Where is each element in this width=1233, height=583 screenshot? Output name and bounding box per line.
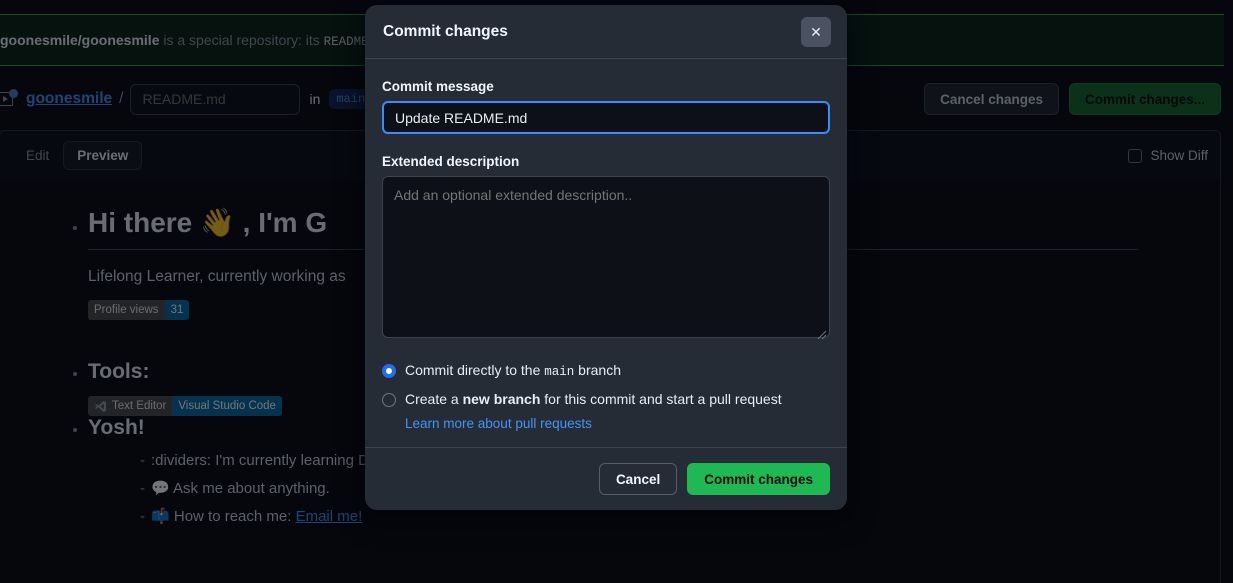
- radio-branch-post: for this commit and start a pull request: [540, 390, 782, 407]
- radio-new-branch-input[interactable]: [382, 392, 396, 407]
- commit-target-radio-group: Commit directly to the main branch Creat…: [382, 361, 830, 431]
- radio-branch-bold: new branch: [462, 390, 541, 407]
- app-root: goonesmile/goonesmile is a special repos…: [0, 0, 1233, 583]
- dialog-body: Commit message Extended description Comm…: [365, 59, 847, 447]
- radio-option-new-branch[interactable]: Create a new branch for this commit and …: [382, 390, 830, 409]
- dialog-footer: Cancel Commit changes: [365, 447, 847, 510]
- dialog-commit-button[interactable]: Commit changes: [687, 463, 830, 495]
- commit-message-label: Commit message: [382, 79, 494, 94]
- radio-branch-pre: Create a: [405, 390, 463, 407]
- radio-direct-input[interactable]: [382, 364, 396, 378]
- learn-more-pull-requests-link[interactable]: Learn more about pull requests: [405, 416, 830, 431]
- radio-direct-label: Commit directly to the main branch: [405, 361, 621, 381]
- commit-message-input[interactable]: [382, 101, 830, 134]
- dialog-header: Commit changes ✕: [365, 5, 847, 59]
- extended-description-textarea[interactable]: [382, 176, 830, 338]
- extended-description-wrapper: [382, 176, 830, 343]
- close-icon[interactable]: ✕: [801, 16, 831, 47]
- extended-description-label: Extended description: [382, 154, 520, 169]
- radio-option-direct[interactable]: Commit directly to the main branch: [382, 361, 830, 381]
- radio-direct-post: branch: [574, 362, 621, 378]
- radio-new-branch-label: Create a new branch for this commit and …: [405, 390, 782, 409]
- radio-direct-pre: Commit directly to the: [405, 362, 545, 378]
- dialog-title: Commit changes: [383, 22, 508, 40]
- dialog-cancel-button[interactable]: Cancel: [598, 463, 678, 495]
- commit-changes-dialog: Commit changes ✕ Commit message Extended…: [365, 5, 847, 510]
- radio-direct-branch: main: [544, 365, 575, 379]
